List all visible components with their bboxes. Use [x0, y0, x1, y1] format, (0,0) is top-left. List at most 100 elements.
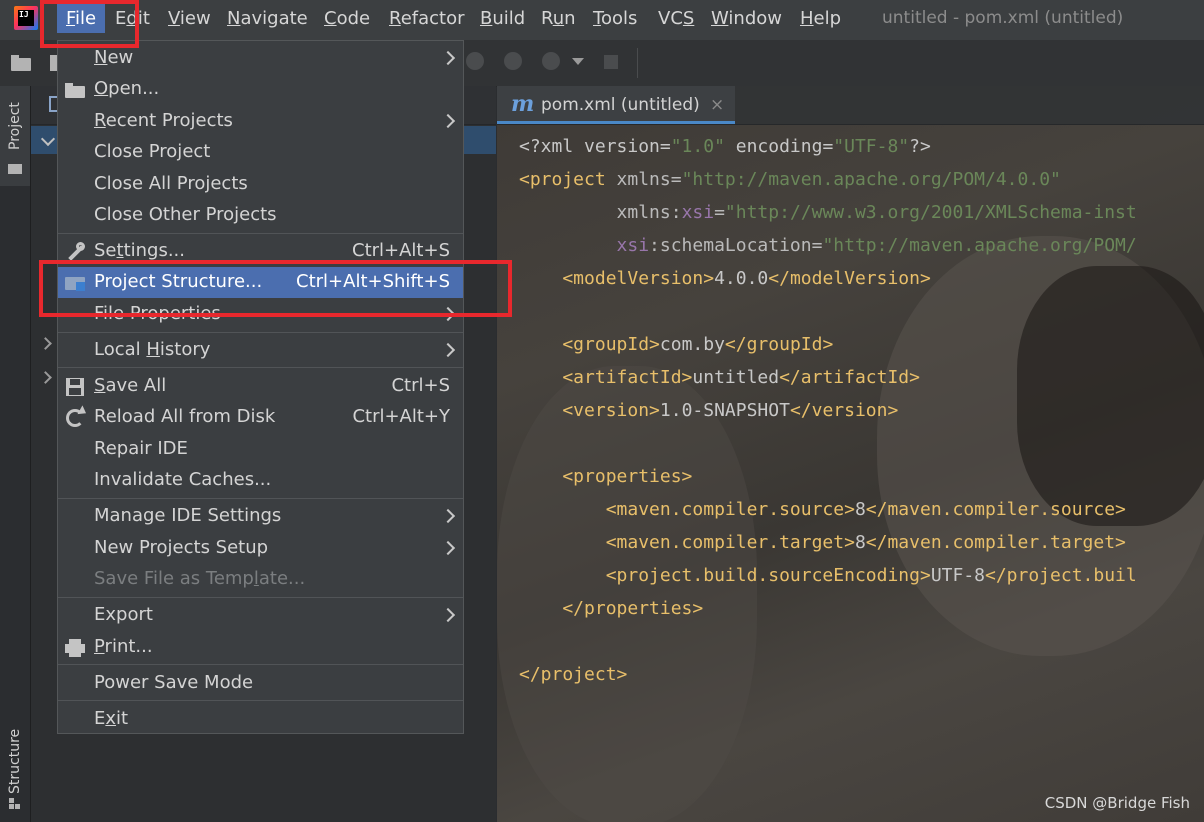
menu-window[interactable]: Window — [711, 8, 782, 29]
menu-tools[interactable]: Tools — [593, 8, 637, 29]
code-line[interactable] — [519, 295, 1137, 328]
menu-navigate[interactable]: Navigate — [227, 8, 308, 29]
shortcut-label: Ctrl+Alt+Y — [352, 406, 450, 427]
code-token: ?> — [909, 136, 931, 157]
menu-divider — [58, 664, 463, 665]
code-token: <maven.compiler.source> — [519, 499, 855, 520]
code-line[interactable]: xsi:schemaLocation="http://maven.apache.… — [519, 229, 1137, 262]
structure-icon — [9, 798, 21, 810]
menu-item-new-projects-setup[interactable]: New Projects Setup — [58, 533, 463, 564]
chevron-right-icon — [440, 342, 456, 358]
code-token: <?xml version= — [519, 136, 671, 157]
menu-run[interactable]: Run — [541, 8, 576, 29]
chevron-down-icon[interactable] — [572, 58, 584, 65]
shortcut-label: Ctrl+S — [391, 375, 450, 396]
menu-item-power-save-mode[interactable]: Power Save Mode — [58, 668, 463, 699]
code-token: "http://maven.apache.org/POM/4.0.0" — [681, 169, 1061, 190]
code-token: = — [714, 202, 725, 223]
code-token: </artifactId> — [779, 367, 920, 388]
code-token: </maven.compiler.source> — [865, 499, 1126, 520]
menu-divider — [58, 367, 463, 368]
code-token: </groupId> — [724, 334, 834, 355]
code-line[interactable]: <project xmlns="http://maven.apache.org/… — [519, 163, 1137, 196]
stop-icon[interactable] — [604, 55, 618, 69]
editor-tab-bar: m pom.xml (untitled) × — [497, 86, 1204, 125]
menu-item-invalidate-caches[interactable]: Invalidate Caches... — [58, 465, 463, 496]
code-line[interactable] — [519, 427, 1137, 460]
menu-view[interactable]: View — [168, 8, 211, 29]
code-line[interactable]: <modelVersion>4.0.0</modelVersion> — [519, 262, 1137, 295]
code-token: </version> — [789, 400, 899, 421]
project-folder-icon — [8, 164, 22, 174]
menu-item-recent-projects[interactable]: Recent Projects — [58, 106, 463, 137]
code-token: encoding= — [724, 136, 834, 157]
code-line[interactable]: <version>1.0-SNAPSHOT</version> — [519, 394, 1137, 427]
printer-icon — [65, 638, 85, 658]
menu-item-export[interactable]: Export — [58, 600, 463, 631]
chevron-right-icon[interactable] — [39, 371, 52, 384]
menu-item-exit[interactable]: Exit — [58, 704, 463, 735]
profile-icon[interactable] — [542, 52, 560, 70]
chevron-right-icon — [440, 113, 456, 129]
code-line[interactable] — [519, 625, 1137, 658]
open-folder-icon[interactable] — [10, 52, 32, 74]
menu-item-local-history[interactable]: Local History — [58, 335, 463, 366]
code-token: UTF-8 — [930, 565, 985, 586]
menu-item-open[interactable]: Open... — [58, 74, 463, 105]
close-icon[interactable]: × — [710, 95, 724, 115]
menu-item-repair-ide[interactable]: Repair IDE — [58, 434, 463, 465]
code-token: <project.build.sourceEncoding> — [519, 565, 931, 586]
menu-item-save-all[interactable]: Save All Ctrl+S — [58, 371, 463, 402]
code-line[interactable]: <artifactId>untitled</artifactId> — [519, 361, 1137, 394]
code-token: "UTF-8" — [833, 136, 910, 157]
chevron-right-icon — [440, 540, 456, 556]
shortcut-label: Ctrl+Alt+S — [352, 240, 450, 261]
menu-item-reload-all[interactable]: Reload All from Disk Ctrl+Alt+Y — [58, 402, 463, 433]
code-token: xmlns: — [519, 202, 682, 223]
chevron-right-icon — [440, 508, 456, 524]
open-folder-icon — [65, 80, 85, 100]
menu-divider — [58, 597, 463, 598]
code-token: "http://maven.apache.org/POM/ — [822, 235, 1137, 256]
code-line[interactable]: <groupId>com.by</groupId> — [519, 328, 1137, 361]
menu-item-close-project[interactable]: Close Project — [58, 137, 463, 168]
tab-pom-xml[interactable]: m pom.xml (untitled) × — [497, 86, 735, 124]
code-line[interactable]: </properties> — [519, 592, 1137, 625]
code-token: 8 — [854, 532, 866, 553]
coverage-icon[interactable] — [504, 52, 522, 70]
menu-help[interactable]: Help — [800, 8, 841, 29]
debug-icon[interactable] — [466, 52, 484, 70]
logo-text: IJ — [18, 10, 34, 26]
menu-item-manage-ide-settings[interactable]: Manage IDE Settings — [58, 501, 463, 532]
reload-icon — [65, 405, 89, 428]
code-line[interactable]: <?xml version="1.0" encoding="UTF-8"?> — [519, 130, 1137, 163]
menu-divider — [58, 700, 463, 701]
menu-item-close-all-projects[interactable]: Close All Projects — [58, 169, 463, 200]
code-line[interactable]: <maven.compiler.source>8</maven.compiler… — [519, 493, 1137, 526]
code-token: xsi — [519, 235, 650, 256]
code-editor[interactable]: <?xml version="1.0" encoding="UTF-8"?> <p… — [519, 130, 1137, 691]
menu-refactor[interactable]: Refactor — [389, 8, 465, 29]
code-token: </maven.compiler.target> — [865, 532, 1126, 553]
code-token: <groupId> — [519, 334, 660, 355]
code-line[interactable]: xmlns:xsi="http://www.w3.org/2001/XMLSch… — [519, 196, 1137, 229]
menu-item-close-other-projects[interactable]: Close Other Projects — [58, 200, 463, 231]
code-token: <properties> — [519, 466, 693, 487]
menu-code[interactable]: Code — [324, 8, 370, 29]
editor-area[interactable]: m pom.xml (untitled) × <?xml version="1.… — [497, 86, 1204, 822]
left-tool-strip: Project Structure — [0, 86, 31, 822]
code-token: 4.0.0 — [714, 268, 769, 289]
menu-build[interactable]: Build — [480, 8, 525, 29]
code-line[interactable]: <properties> — [519, 460, 1137, 493]
chevron-right-icon[interactable] — [39, 337, 52, 350]
code-token: <modelVersion> — [519, 268, 715, 289]
code-line[interactable]: </project> — [519, 658, 1137, 691]
menu-vcs[interactable]: VCS — [658, 8, 694, 29]
window-title: untitled - pom.xml (untitled) — [882, 8, 1124, 28]
code-line[interactable]: <maven.compiler.target>8</maven.compiler… — [519, 526, 1137, 559]
code-line[interactable]: <project.build.sourceEncoding>UTF-8</pro… — [519, 559, 1137, 592]
code-token: "1.0" — [670, 136, 725, 157]
menu-item-print[interactable]: Print... — [58, 632, 463, 663]
code-token: <version> — [519, 400, 660, 421]
toolbar-divider — [637, 48, 638, 78]
